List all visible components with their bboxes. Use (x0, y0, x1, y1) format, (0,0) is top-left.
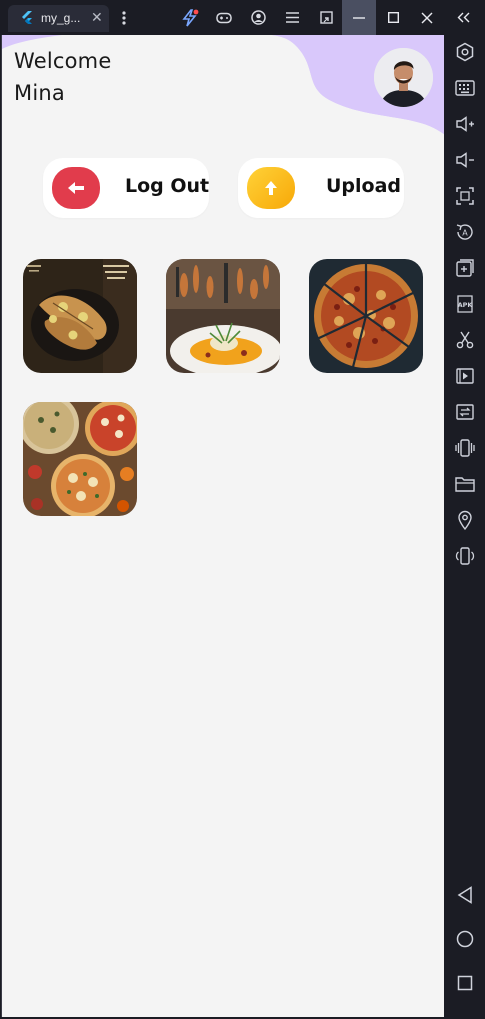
app-screen: Welcome Mina Log Out Upload (1, 35, 444, 1017)
plated-dish-photo[interactable] (166, 259, 280, 373)
emulator-toolbar: A APK (444, 35, 485, 1019)
maximize-icon[interactable] (380, 0, 406, 35)
upload-label: Upload (326, 175, 402, 197)
resize-icon[interactable] (314, 0, 338, 35)
more-vert-icon[interactable] (116, 0, 132, 35)
svg-text:A: A (462, 229, 468, 238)
fried-fish-photo[interactable] (23, 259, 137, 373)
transfer-icon[interactable] (454, 401, 476, 423)
flutter-bolt-icon[interactable] (178, 0, 202, 35)
vibrate-icon[interactable] (454, 545, 476, 567)
collapse-icon[interactable] (452, 0, 476, 35)
close-icon[interactable] (414, 0, 440, 35)
title-bar: my_g... ✕ (0, 0, 485, 35)
settings-hex-icon[interactable] (454, 41, 476, 63)
recents-icon[interactable] (454, 972, 476, 994)
upload-button[interactable]: Upload (238, 158, 404, 218)
location-icon[interactable] (454, 509, 476, 531)
back-icon[interactable] (454, 884, 476, 906)
tab-close-icon[interactable]: ✕ (91, 8, 103, 28)
folder-icon[interactable] (454, 473, 476, 495)
scissors-icon[interactable] (454, 329, 476, 351)
video-icon[interactable] (454, 365, 476, 387)
logout-button[interactable]: Log Out (43, 158, 209, 218)
gamepad-icon[interactable] (212, 0, 236, 35)
pizzas-table-photo[interactable] (23, 402, 137, 516)
keyboard-icon[interactable] (454, 77, 476, 99)
rotate-icon[interactable]: A (454, 221, 476, 243)
logout-label: Log Out (125, 175, 210, 197)
flutter-icon (22, 11, 32, 24)
arrow-left-icon (68, 182, 84, 194)
screenshot-icon[interactable] (454, 185, 476, 207)
svg-text:APK: APK (458, 301, 474, 309)
sliced-pizza-photo[interactable] (309, 259, 423, 373)
greeting-text: Welcome (14, 49, 112, 73)
volume-up-icon[interactable] (454, 113, 476, 135)
arrow-up-icon (265, 181, 277, 195)
logout-badge (52, 167, 100, 209)
add-app-icon[interactable] (454, 257, 476, 279)
app-tab[interactable]: my_g... ✕ (8, 5, 109, 32)
shake-icon[interactable] (454, 437, 476, 459)
volume-down-icon[interactable] (454, 149, 476, 171)
home-icon[interactable] (454, 928, 476, 950)
emulator-window: my_g... ✕ A APK Welcome Mina Log Out Upl… (0, 0, 485, 1019)
apk-icon[interactable]: APK (454, 293, 476, 315)
minimize-icon[interactable] (342, 0, 376, 35)
tab-title: my_g... (41, 11, 81, 25)
avatar[interactable] (374, 48, 433, 107)
user-name: Mina (14, 81, 65, 105)
account-icon[interactable] (246, 0, 270, 35)
upload-badge (247, 167, 295, 209)
menu-icon[interactable] (280, 0, 304, 35)
